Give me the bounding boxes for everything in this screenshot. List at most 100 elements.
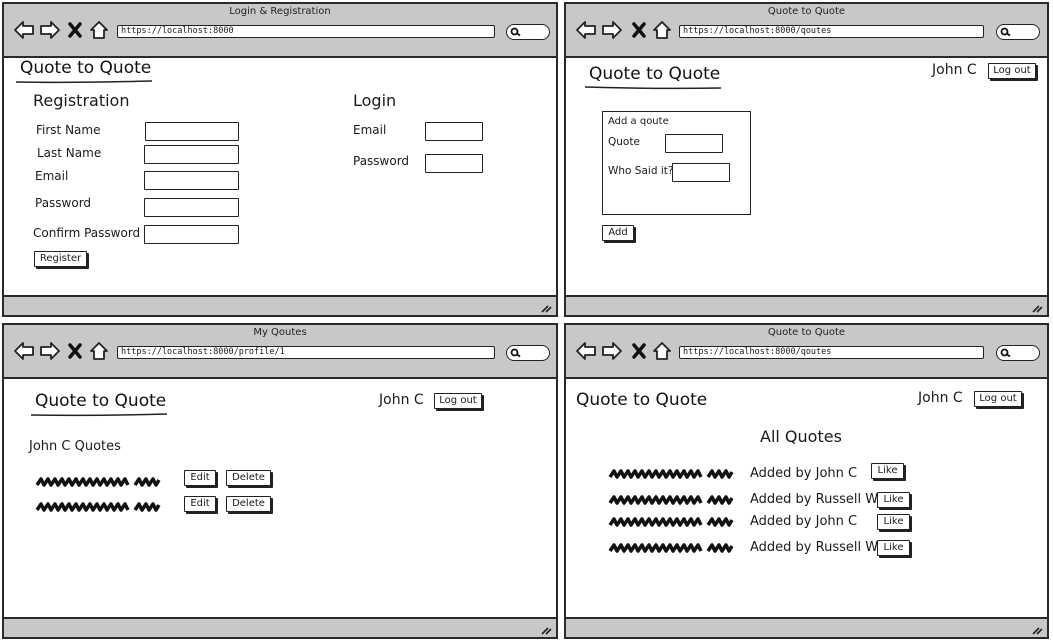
window-title: Login & Registration: [229, 6, 331, 17]
delete-button[interactable]: Delete: [226, 470, 271, 486]
add-quote-panel: Add a qoute Quote Who Said it?: [602, 111, 751, 215]
email-field[interactable]: [144, 171, 239, 190]
address-url: https://localhost:8000: [121, 26, 234, 36]
registration-heading: Registration: [33, 91, 130, 110]
window-title: Quote to Quote: [767, 6, 846, 17]
home-icon[interactable]: [89, 341, 109, 361]
quote-field[interactable]: [665, 134, 723, 153]
browser-statusbar: [4, 295, 556, 315]
home-icon[interactable]: [652, 20, 672, 40]
address-url: https://localhost:8000/qoutes: [683, 26, 832, 36]
first-name-label: First Name: [36, 123, 101, 137]
quote-text-scribble: [35, 477, 161, 487]
logo-text: Quote to Quote: [589, 64, 721, 84]
login-password-field[interactable]: [425, 154, 483, 173]
confirm-password-field[interactable]: [144, 225, 239, 244]
user-name: John C: [918, 390, 963, 406]
address-url: https://localhost:8000/qoutes: [683, 347, 832, 357]
delete-button[interactable]: Delete: [226, 496, 271, 512]
like-button[interactable]: Like: [877, 492, 910, 508]
window-add-quote: Quote to Quote https://localhost:8000/qo…: [564, 2, 1049, 317]
site-logo[interactable]: Quote to Quote: [14, 58, 155, 84]
browser-titlebar: My Qoutes https://localhost:8000/profile…: [4, 325, 556, 379]
address-bar[interactable]: https://localhost:8000: [117, 25, 495, 38]
resize-grip-icon[interactable]: [1031, 625, 1043, 635]
logo-underline: [30, 413, 168, 417]
added-by-label: Added by John C: [750, 466, 858, 481]
resize-grip-icon[interactable]: [1031, 303, 1043, 313]
added-by-label: Added by John C: [750, 514, 858, 529]
add-quote-button[interactable]: Add: [602, 225, 634, 241]
logo-text: Quote to Quote: [35, 391, 167, 411]
logo-text: Quote to Quote: [576, 390, 708, 410]
browser-statusbar: [4, 617, 556, 637]
site-logo[interactable]: Quote to Quote: [583, 64, 724, 90]
login-email-field[interactable]: [425, 122, 483, 141]
search-box[interactable]: [506, 345, 550, 361]
like-button[interactable]: Like: [877, 514, 910, 530]
logout-button[interactable]: Log out: [988, 63, 1036, 79]
address-bar[interactable]: https://localhost:8000/qoutes: [679, 346, 984, 359]
window-login-registration: Login & Registration https://localhost:8…: [2, 2, 558, 317]
stop-x-icon[interactable]: [67, 20, 83, 40]
all-quotes-heading: All Quotes: [760, 427, 842, 446]
logout-button[interactable]: Log out: [434, 393, 482, 409]
logo-underline: [584, 86, 722, 90]
user-name: John C: [932, 62, 977, 78]
last-name-field[interactable]: [144, 145, 239, 164]
forward-arrow-icon[interactable]: [39, 341, 61, 361]
first-name-field[interactable]: [145, 122, 239, 141]
who-said-field[interactable]: [672, 163, 730, 182]
forward-arrow-icon[interactable]: [601, 341, 623, 361]
window-all-quotes: Quote to Quote https://localhost:8000/qo…: [564, 323, 1049, 639]
password-label: Password: [35, 196, 92, 210]
forward-arrow-icon[interactable]: [601, 20, 623, 40]
quote-label: Quote: [608, 136, 640, 148]
site-logo[interactable]: Quote to Quote: [29, 391, 170, 417]
address-bar[interactable]: https://localhost:8000/qoutes: [679, 25, 984, 38]
window-title: My Qoutes: [253, 327, 307, 338]
like-button[interactable]: Like: [871, 463, 904, 479]
resize-grip-icon[interactable]: [540, 625, 552, 635]
back-arrow-icon[interactable]: [575, 341, 597, 361]
forward-arrow-icon[interactable]: [39, 20, 61, 40]
quote-text-scribble: [35, 502, 161, 512]
register-button[interactable]: Register: [34, 251, 87, 267]
login-heading: Login: [353, 91, 397, 110]
stop-x-icon[interactable]: [67, 341, 83, 361]
added-by-label: Added by Russell W: [750, 540, 879, 555]
stop-x-icon[interactable]: [631, 341, 647, 361]
logo-text: Quote to Quote: [20, 58, 152, 78]
added-by-label: Added by Russell W: [750, 492, 879, 507]
stop-x-icon[interactable]: [631, 20, 647, 40]
home-icon[interactable]: [89, 20, 109, 40]
home-icon[interactable]: [652, 341, 672, 361]
window-my-quotes: My Qoutes https://localhost:8000/profile…: [2, 323, 558, 639]
edit-button[interactable]: Edit: [184, 496, 216, 512]
confirm-password-label: Confirm Password: [33, 226, 141, 240]
password-field[interactable]: [144, 198, 239, 217]
browser-titlebar: Login & Registration https://localhost:8…: [4, 4, 556, 58]
site-logo[interactable]: Quote to Quote: [570, 390, 711, 412]
back-arrow-icon[interactable]: [13, 20, 35, 40]
login-password-label: Password: [353, 154, 410, 168]
search-box[interactable]: [996, 24, 1040, 40]
search-box[interactable]: [996, 345, 1040, 361]
back-arrow-icon[interactable]: [575, 20, 597, 40]
address-bar[interactable]: https://localhost:8000/profile/1: [117, 346, 495, 359]
logout-button[interactable]: Log out: [974, 391, 1022, 407]
logo-underline: [15, 80, 153, 84]
window-title: Quote to Quote: [767, 327, 846, 338]
browser-statusbar: [566, 295, 1047, 315]
search-icon: [1000, 27, 1011, 37]
search-icon: [510, 27, 521, 37]
edit-button[interactable]: Edit: [184, 470, 216, 486]
last-name-label: Last Name: [37, 146, 102, 160]
browser-titlebar: Quote to Quote https://localhost:8000/qo…: [566, 325, 1047, 379]
search-box[interactable]: [506, 24, 550, 40]
browser-titlebar: Quote to Quote https://localhost:8000/qo…: [566, 4, 1047, 58]
resize-grip-icon[interactable]: [540, 303, 552, 313]
back-arrow-icon[interactable]: [13, 341, 35, 361]
like-button[interactable]: Like: [877, 540, 910, 556]
quote-text-scribble: [608, 469, 734, 479]
